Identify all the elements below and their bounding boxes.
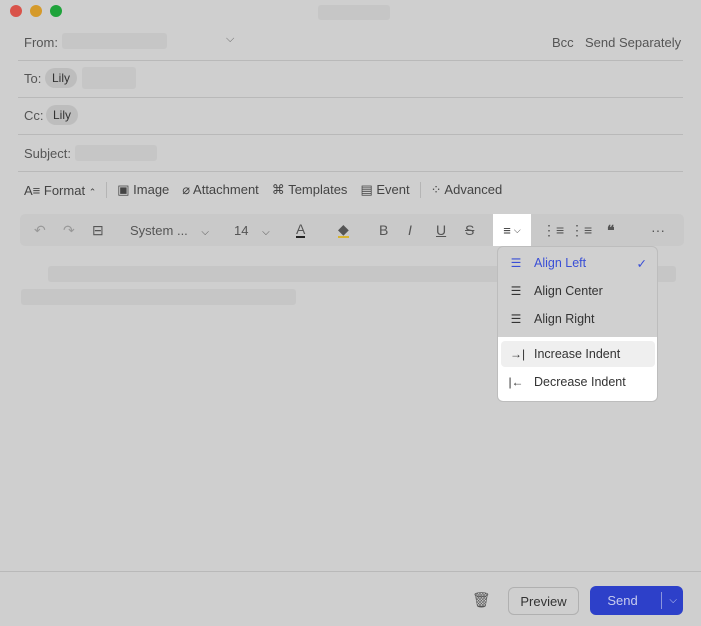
trash-icon[interactable]: 🗑 — [472, 591, 491, 609]
bullet-list-icon[interactable]: ⋮≡ — [570, 222, 592, 239]
divider — [18, 171, 683, 172]
chevron-down-icon: ⌵ — [513, 224, 521, 235]
image-button[interactable]: ▣ Image — [117, 182, 169, 198]
bold-button[interactable]: B — [379, 222, 388, 238]
font-family-select[interactable]: System ... ⌵ — [130, 223, 209, 238]
italic-button[interactable]: I — [408, 222, 412, 238]
to-recipient-chip[interactable]: Lily — [45, 68, 78, 88]
bcc-button[interactable]: Bcc — [552, 35, 574, 50]
align-left-icon: ☰ — [510, 256, 522, 270]
grid-icon: ⁘ — [430, 182, 442, 197]
menu-item-decrease-indent[interactable]: |← Decrease Indent — [498, 369, 657, 395]
format-painter-icon[interactable]: ⊟ — [92, 222, 104, 239]
separator — [106, 182, 108, 198]
quote-button[interactable]: ❝ — [607, 222, 615, 239]
to-label: To: — [24, 71, 42, 86]
paperclip-icon: ⌀ — [182, 182, 191, 197]
format-button[interactable]: A≡ Format ⌃ — [24, 183, 96, 198]
advanced-button[interactable]: ⁘ Advanced — [431, 182, 503, 198]
checkmark-icon: ✓ — [636, 256, 647, 271]
separator — [419, 182, 421, 198]
send-separately-button[interactable]: Send Separately — [585, 35, 681, 50]
divider — [18, 60, 683, 61]
chevron-up-icon: ⌃ — [88, 186, 97, 197]
format-icon: A≡ — [24, 182, 41, 198]
close-window-button[interactable] — [10, 5, 22, 17]
from-field[interactable] — [62, 33, 167, 49]
underline-button[interactable]: U — [436, 222, 446, 238]
from-label: From: — [24, 35, 58, 50]
strikethrough-button[interactable]: S — [465, 222, 474, 238]
menu-item-align-right[interactable]: ☰ Align Right — [498, 306, 657, 332]
decrease-indent-icon: |← — [508, 375, 524, 389]
undo-icon[interactable]: ↶ — [34, 222, 46, 239]
templates-icon: ⌘ — [271, 182, 285, 197]
redo-icon[interactable]: ↷ — [63, 222, 75, 239]
text-color-button[interactable]: A — [296, 222, 306, 238]
align-left-icon: ≡ — [503, 222, 511, 238]
calendar-icon: ▤ — [360, 182, 373, 197]
divider — [18, 97, 683, 98]
templates-button[interactable]: ⌘ Templates — [272, 182, 348, 198]
align-center-icon: ☰ — [510, 284, 522, 298]
subject-field[interactable] — [75, 145, 157, 161]
body-text-redacted — [21, 289, 296, 305]
menu-item-align-center[interactable]: ☰ Align Center — [498, 278, 657, 304]
numbered-list-icon[interactable]: ⋮≡ — [542, 222, 564, 239]
subject-label: Subject: — [24, 146, 71, 161]
align-right-icon: ☰ — [510, 312, 522, 326]
event-button[interactable]: ▤ Event — [360, 182, 409, 198]
increase-indent-icon: →| — [509, 347, 526, 361]
image-icon: ▣ — [117, 182, 130, 197]
chevron-down-icon[interactable]: ⌵ — [226, 33, 234, 46]
menu-item-align-left[interactable]: ☰ Align Left ✓ — [498, 250, 657, 276]
footer-divider — [0, 571, 701, 572]
font-size-select[interactable]: 14 ⌵ — [234, 223, 270, 238]
cc-recipient-chip[interactable]: Lily — [46, 105, 79, 125]
highlight-color-button[interactable]: ◆ — [338, 222, 349, 238]
window-title-redacted — [318, 5, 390, 20]
attachment-button[interactable]: ⌀ Attachment — [182, 182, 259, 198]
send-button[interactable]: Send ⌵ — [590, 586, 683, 615]
to-recipient-redacted — [82, 67, 136, 89]
menu-item-increase-indent[interactable]: →| Increase Indent — [501, 341, 655, 367]
zoom-window-button[interactable] — [50, 5, 62, 17]
chevron-down-icon[interactable]: ⌵ — [669, 595, 677, 606]
align-button[interactable]: ≡ ⌵ — [493, 214, 531, 246]
minimize-window-button[interactable] — [30, 5, 42, 17]
more-button[interactable]: ··· — [651, 222, 665, 238]
preview-button[interactable]: Preview — [508, 587, 579, 615]
align-menu: ☰ Align Left ✓ ☰ Align Center ☰ Align Right … — [497, 246, 658, 402]
divider — [18, 134, 683, 135]
cc-label: Cc: — [24, 108, 44, 123]
